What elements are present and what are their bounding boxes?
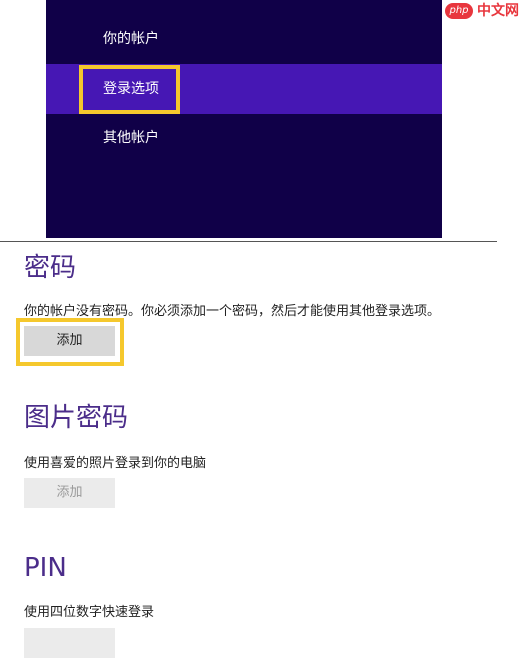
settings-nav-panel: 你的帐户 登录选项 其他帐户 bbox=[46, 0, 442, 238]
nav-item-other-accounts[interactable]: 其他帐户 bbox=[46, 113, 442, 163]
section-divider bbox=[0, 241, 497, 242]
nav-item-label: 你的帐户 bbox=[103, 31, 159, 47]
add-pin-button[interactable] bbox=[24, 628, 115, 658]
add-picture-password-button[interactable]: 添加 bbox=[24, 478, 115, 508]
php-watermark-logo: php 中文网 bbox=[443, 1, 525, 23]
sign-in-options-highlight bbox=[79, 65, 180, 114]
watermark-text: 中文网 bbox=[477, 3, 519, 19]
password-heading: 密码 bbox=[24, 253, 77, 283]
pin-description: 使用四位数字快速登录 bbox=[24, 605, 155, 620]
picture-password-heading: 图片密码 bbox=[24, 403, 129, 433]
add-password-highlight bbox=[16, 318, 124, 366]
picture-password-description: 使用喜爱的照片登录到你的电脑 bbox=[24, 456, 207, 471]
nav-item-your-account[interactable]: 你的帐户 bbox=[46, 14, 442, 64]
pin-heading: PIN bbox=[24, 553, 67, 583]
nav-item-label: 其他帐户 bbox=[103, 130, 159, 146]
watermark-badge: php bbox=[445, 3, 473, 19]
